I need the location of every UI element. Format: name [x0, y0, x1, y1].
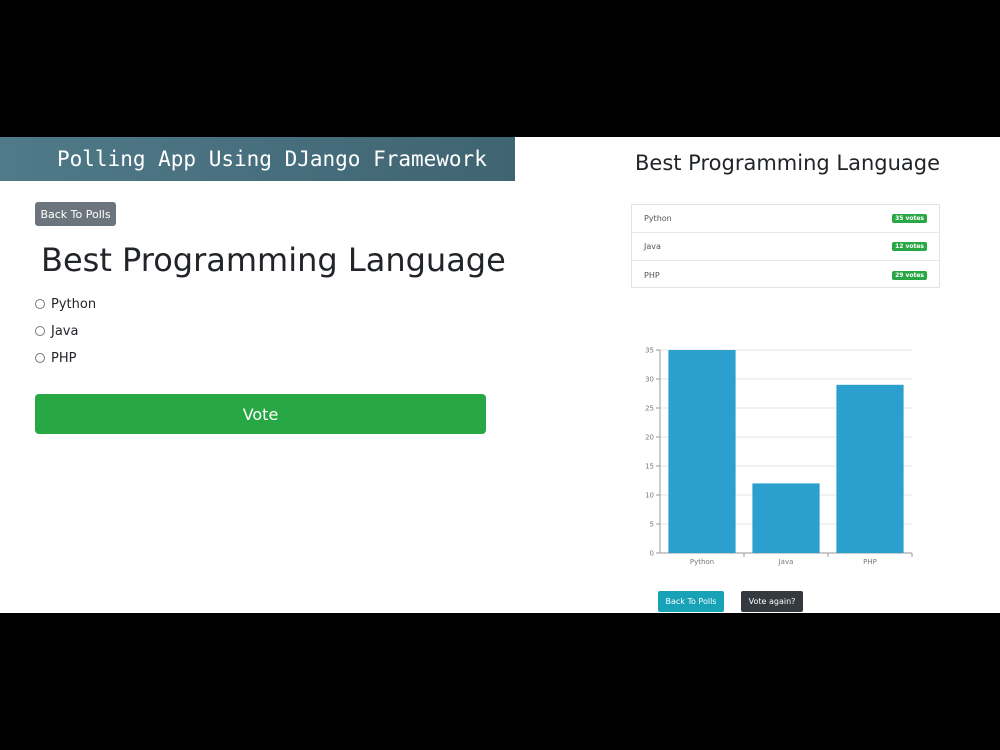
y-tick-label: 25 — [645, 405, 654, 413]
y-tick-label: 15 — [645, 463, 654, 471]
vote-count-badge: 12 votes — [892, 242, 927, 251]
result-row: Java 12 votes — [632, 233, 939, 261]
back-to-polls-button[interactable]: Back To Polls — [658, 591, 724, 612]
y-tick-label: 0 — [650, 550, 654, 558]
radio-button[interactable] — [35, 326, 45, 336]
x-tick-label: PHP — [863, 558, 877, 566]
radio-button[interactable] — [35, 299, 45, 309]
radio-button[interactable] — [35, 353, 45, 363]
choice-label: Python — [51, 296, 97, 312]
bar-php — [836, 384, 904, 553]
back-to-polls-button[interactable]: Back To Polls — [35, 202, 116, 226]
results-bar-chart: 0 5 10 15 20 25 30 35 Python Java PHP — [645, 347, 913, 566]
bar-java — [752, 483, 820, 553]
app-title: Polling App Using DJango Framework — [57, 147, 487, 171]
results-list: Python 35 votes Java 12 votes PHP 29 votes — [631, 204, 940, 288]
y-tick-label: 35 — [645, 347, 654, 355]
result-choice: PHP — [644, 270, 660, 280]
choice-label: PHP — [51, 350, 77, 366]
screenshot-stage: Polling App Using DJango Framework Back … — [0, 137, 1000, 613]
choice-java[interactable]: Java — [35, 322, 78, 340]
y-tick-label: 5 — [650, 521, 654, 529]
result-row: PHP 29 votes — [632, 261, 939, 289]
y-tick-label: 20 — [645, 434, 654, 442]
vote-count-badge: 35 votes — [892, 214, 927, 223]
vote-button[interactable]: Vote — [35, 394, 486, 434]
result-choice: Python — [644, 214, 672, 223]
vote-again-button[interactable]: Vote again? — [741, 591, 803, 612]
y-tick-label: 10 — [645, 492, 654, 500]
result-choice: Java — [644, 242, 661, 251]
choice-php[interactable]: PHP — [35, 349, 76, 367]
bar-python — [668, 350, 736, 553]
x-tick-label: Java — [778, 558, 794, 566]
result-row: Python 35 votes — [632, 205, 939, 233]
results-title: Best Programming Language — [635, 151, 941, 175]
choice-label: Java — [51, 323, 79, 339]
app-banner: Polling App Using DJango Framework — [0, 137, 515, 181]
choice-python[interactable]: Python — [35, 295, 96, 313]
x-tick-label: Python — [690, 558, 714, 566]
question-title: Best Programming Language — [41, 241, 506, 279]
vote-count-badge: 29 votes — [892, 270, 927, 280]
y-tick-label: 30 — [645, 376, 654, 384]
